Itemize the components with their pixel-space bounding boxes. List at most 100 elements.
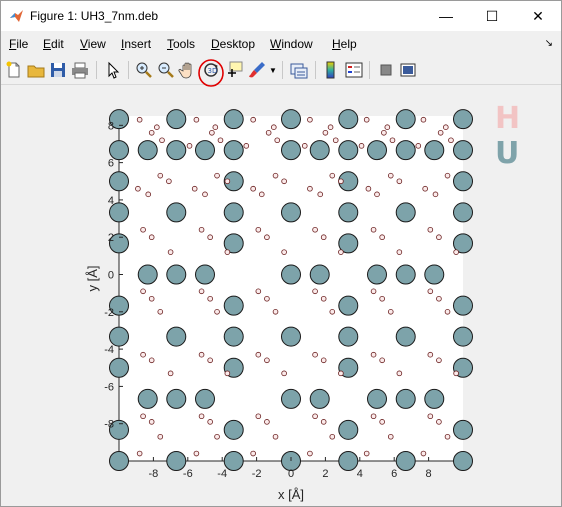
u-atom-point xyxy=(166,388,187,409)
h-atom-point xyxy=(370,413,377,420)
h-atom-point xyxy=(370,288,377,295)
u-atom-point xyxy=(137,264,158,285)
x-axis-label: x [Å] xyxy=(278,487,304,502)
x-tick-label: -6 xyxy=(183,468,193,480)
h-atom-point xyxy=(415,143,422,149)
h-atom-point xyxy=(379,234,385,241)
h-atom-point xyxy=(136,450,143,457)
u-atom-point xyxy=(453,171,473,192)
h-atom-point xyxy=(320,295,327,302)
h-atom-point xyxy=(255,413,262,420)
h-atom-point xyxy=(198,351,205,358)
h-atom-point xyxy=(159,137,165,144)
u-atom-point xyxy=(309,140,330,161)
h-atom-point xyxy=(140,226,146,233)
y-tick-label: 4 xyxy=(108,195,114,207)
h-atom-point xyxy=(332,137,339,144)
h-atom-point xyxy=(255,226,262,233)
h-atom-point xyxy=(444,172,451,179)
h-atom-point xyxy=(148,129,155,136)
h-atom-point xyxy=(224,249,231,255)
u-atom-point xyxy=(367,388,387,409)
h-atom-point xyxy=(444,309,451,315)
u-atom-point xyxy=(166,264,187,285)
h-atom-point xyxy=(396,249,403,255)
h-atom-point xyxy=(214,172,220,179)
u-atom-point xyxy=(195,140,215,161)
x-tick-label: 2 xyxy=(322,468,328,480)
u-atom-point xyxy=(281,264,301,285)
h-atom-point xyxy=(148,419,155,425)
h-atom-point xyxy=(379,419,385,425)
y-tick-label: 0 xyxy=(108,270,114,282)
y-tick-label: -4 xyxy=(104,344,114,356)
u-atom-point xyxy=(395,109,416,130)
h-atom-point xyxy=(167,370,174,377)
h-atom-point xyxy=(258,191,265,198)
h-atom-point xyxy=(166,178,172,185)
h-atom-point xyxy=(148,357,155,364)
h-atom-point xyxy=(329,172,336,179)
h-atom-point xyxy=(214,433,220,440)
u-atom-point xyxy=(424,140,445,161)
h-atom-point xyxy=(198,413,205,420)
u-atom-point xyxy=(367,140,387,161)
h-atom-point xyxy=(191,185,198,192)
h-atom-point xyxy=(381,129,387,136)
h-atom-point xyxy=(307,116,313,123)
h-atom-point xyxy=(198,226,205,233)
u-atom-point xyxy=(223,295,244,316)
h-atom-point xyxy=(453,249,459,255)
figure-window: Figure 1: UH3_7nm.deb — ☐ ✕ File Edit Vi… xyxy=(0,0,562,507)
h-atom-point xyxy=(264,419,270,425)
h-atom-point xyxy=(338,370,344,377)
h-atom-point xyxy=(322,129,329,136)
h-atom-point xyxy=(272,172,279,179)
h-atom-point xyxy=(198,288,205,295)
u-atom-point xyxy=(453,326,473,347)
h-atom-point xyxy=(264,357,270,364)
u-atom-point xyxy=(338,295,359,316)
h-atom-point xyxy=(436,419,442,425)
h-atom-point xyxy=(202,191,208,198)
h-atom-point xyxy=(387,309,394,315)
h-atom-point xyxy=(370,351,377,358)
scatter-plot[interactable]: -8 -6 -4 -2 0 2 4 6 8 -8 -6 -4 -2 0 2 4 6 8 x [Å] y [Å] xyxy=(1,1,561,506)
x-tick-label: -8 xyxy=(149,468,159,480)
h-atom-point xyxy=(396,178,403,185)
h-atom-point xyxy=(396,370,403,377)
h-atom-point xyxy=(427,288,434,295)
u-atom-point xyxy=(395,388,416,409)
h-atom-point xyxy=(154,124,160,130)
h-atom-point xyxy=(363,116,370,123)
y-axis-label: y [Å] xyxy=(85,265,100,291)
h-atom-point xyxy=(207,419,213,425)
h-atom-point xyxy=(209,129,215,136)
h-atom-point xyxy=(224,370,231,377)
h-atom-point xyxy=(207,234,213,241)
h-atom-point xyxy=(224,178,231,185)
h-atom-point xyxy=(265,129,272,136)
u-atom-point xyxy=(195,264,215,285)
u-atom-point xyxy=(395,451,416,471)
y-tick-label: -6 xyxy=(104,381,114,393)
h-atom-point xyxy=(320,357,327,364)
h-atom-point xyxy=(214,309,220,315)
plot-background xyxy=(119,116,463,461)
u-atom-point xyxy=(424,388,445,409)
u-atom-point xyxy=(395,202,416,223)
u-atom-point xyxy=(195,388,215,409)
h-atom-point xyxy=(312,413,318,420)
h-atom-point xyxy=(264,234,270,241)
u-atom-point xyxy=(453,140,473,161)
h-atom-point xyxy=(312,226,318,233)
h-atom-point xyxy=(167,249,174,255)
u-atom-point xyxy=(166,140,187,161)
h-atom-point xyxy=(436,357,442,364)
h-atom-point xyxy=(329,309,336,315)
u-atom-point xyxy=(137,140,158,161)
h-atom-point xyxy=(436,295,442,302)
u-atom-point xyxy=(109,171,129,192)
h-atom-point xyxy=(387,433,394,440)
h-atom-point xyxy=(320,234,327,241)
